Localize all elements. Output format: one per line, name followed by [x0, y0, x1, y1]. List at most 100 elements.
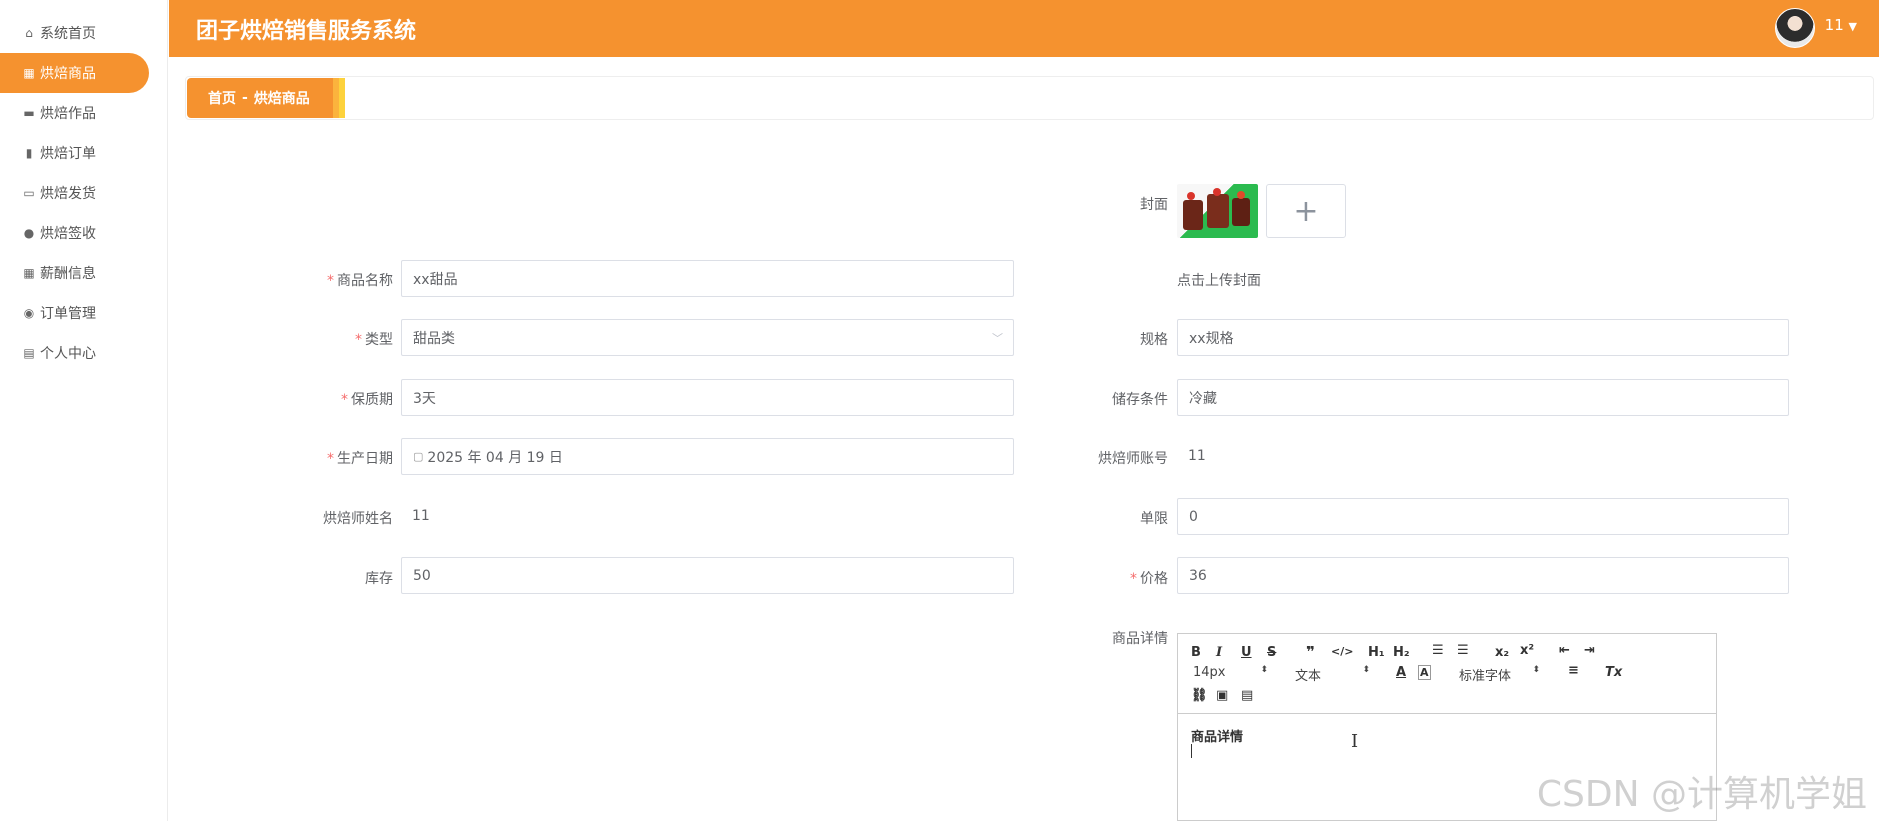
production-date-value: 2025 年 04 月 19 日: [427, 449, 563, 466]
editor-content[interactable]: 商品详情: [1191, 726, 1243, 745]
upload-cover-hint[interactable]: 点击上传封面: [1177, 270, 1261, 290]
top-header: 团子烘焙销售服务系统 11 ▼: [169, 0, 1879, 57]
font-family-value: 标准字体: [1459, 669, 1512, 684]
sidebar-item-home[interactable]: ⌂ 系统首页: [0, 13, 149, 53]
bulb-icon: ◉: [23, 306, 35, 320]
limit-label: 单限: [1140, 511, 1168, 527]
sidebar-item-baking-products[interactable]: ▦ 烘焙商品: [0, 53, 149, 93]
bold-icon[interactable]: B: [1191, 645, 1201, 660]
paragraph-select[interactable]: 文本 ⬍: [1295, 665, 1370, 684]
breadcrumb-current: 烘焙商品: [253, 91, 310, 107]
heading-1-icon[interactable]: H₁: [1368, 645, 1385, 660]
app-title: 团子烘焙销售服务系统: [196, 19, 417, 44]
chevron-updown-icon: ⬍: [1362, 665, 1370, 675]
superscript-icon[interactable]: x²: [1520, 643, 1534, 658]
name-label: * 商品名称: [327, 273, 393, 289]
ordered-list-icon[interactable]: ☰: [1432, 643, 1444, 658]
user-icon: ●: [23, 226, 35, 240]
baker-name-label: 烘焙师姓名: [323, 511, 393, 527]
sidebar-item-label: 烘焙商品: [40, 66, 96, 82]
clear-format-icon[interactable]: Tx: [1605, 665, 1622, 680]
card-icon: ▤: [23, 346, 35, 360]
link-icon[interactable]: ⛓: [1191, 688, 1208, 703]
chevron-updown-icon: ⬍: [1532, 665, 1540, 675]
clipboard-icon: ▮: [25, 146, 33, 160]
breadcrumb-tag: 首页 - 烘焙商品: [187, 78, 333, 118]
sidebar-item-salary[interactable]: ▦ 薪酬信息: [0, 253, 149, 293]
sidebar-item-label: 烘焙订单: [40, 146, 96, 162]
italic-icon[interactable]: I: [1216, 645, 1222, 660]
production-date-label: * 生产日期: [327, 451, 393, 467]
breadcrumb-separator: -: [242, 90, 248, 106]
shelf-life-label: * 保质期: [341, 392, 393, 408]
sidebar-item-label: 薪酬信息: [40, 266, 96, 282]
sidebar-item-personal-center[interactable]: ▤ 个人中心: [0, 333, 149, 373]
chevron-down-icon: ▼: [1848, 20, 1857, 33]
sidebar-item-label: 个人中心: [40, 346, 96, 362]
font-family-select[interactable]: 标准字体 ⬍: [1459, 665, 1540, 684]
strikethrough-icon[interactable]: S: [1267, 645, 1276, 660]
sidebar-item-label: 订单管理: [40, 306, 96, 322]
sidebar-item-label: 系统首页: [40, 26, 96, 42]
stock-input[interactable]: 50: [401, 557, 1014, 594]
blockquote-icon[interactable]: ❞: [1306, 643, 1315, 661]
image-icon[interactable]: ▣: [1216, 688, 1228, 703]
type-select[interactable]: 甜品类 ﹀: [401, 319, 1014, 356]
grid-icon: ▦: [23, 266, 35, 280]
font-color-icon[interactable]: A: [1396, 665, 1406, 680]
sidebar: ⌂ 系统首页 ▦ 烘焙商品 ▬ 烘焙作品 ▮ 烘焙订单 ▭ 烘焙发货 ● 烘焙签…: [0, 0, 168, 821]
spec-input[interactable]: xx规格: [1177, 319, 1789, 356]
code-block-icon[interactable]: </>: [1331, 645, 1353, 658]
sidebar-item-label: 烘焙发货: [40, 186, 96, 202]
avatar[interactable]: [1775, 8, 1815, 48]
type-value: 甜品类: [413, 330, 455, 347]
home-icon: ⌂: [25, 26, 33, 40]
breadcrumb-home[interactable]: 首页: [208, 88, 236, 108]
sidebar-item-label: 烘焙签收: [40, 226, 96, 242]
background-color-icon[interactable]: A: [1418, 665, 1431, 680]
stock-label: 库存: [365, 571, 393, 587]
name-input[interactable]: xx甜品: [401, 260, 1014, 297]
user-name: 11: [1824, 16, 1844, 34]
limit-input[interactable]: 0: [1177, 498, 1789, 535]
sidebar-item-label: 烘焙作品: [40, 106, 96, 122]
chevron-down-icon: ﹀: [992, 331, 1003, 345]
baker-name-value: 11: [412, 508, 430, 524]
baker-account-label: 烘焙师账号: [1098, 451, 1168, 467]
text-cursor-icon: I: [1351, 731, 1359, 752]
indent-icon[interactable]: ⇥: [1584, 643, 1595, 658]
outdent-icon[interactable]: ⇤: [1559, 643, 1570, 658]
sidebar-item-baking-orders[interactable]: ▮ 烘焙订单: [0, 133, 149, 173]
grid-icon: ▦: [23, 66, 35, 80]
underline-icon[interactable]: U: [1241, 645, 1252, 660]
subscript-icon[interactable]: x₂: [1495, 645, 1509, 660]
video-icon[interactable]: ▤: [1241, 688, 1253, 703]
detail-label: 商品详情: [1112, 631, 1168, 647]
storage-input[interactable]: 冷藏: [1177, 379, 1789, 416]
text-caret: [1191, 744, 1192, 758]
chevron-updown-icon: ⬍: [1260, 665, 1268, 675]
type-label: * 类型: [355, 332, 393, 348]
bullet-list-icon[interactable]: ☰: [1457, 643, 1469, 658]
font-size-value: 14px: [1193, 665, 1226, 680]
editor-toolbar: B I U S ❞ </> H₁ H₂ ☰ ☰ x₂ x² ⇤ ⇥ 14px ⬍ …: [1178, 634, 1716, 714]
watermark: CSDN @计算机学姐: [1536, 774, 1867, 815]
baker-account-value: 11: [1188, 448, 1206, 464]
shelf-life-input[interactable]: 3天: [401, 379, 1014, 416]
sidebar-item-baking-receipt[interactable]: ● 烘焙签收: [0, 213, 149, 253]
align-icon[interactable]: ≡: [1568, 663, 1579, 678]
plus-icon: +: [1293, 193, 1319, 229]
font-size-select[interactable]: 14px ⬍: [1193, 665, 1268, 680]
sidebar-item-baking-shipping[interactable]: ▭ 烘焙发货: [0, 173, 149, 213]
production-date-picker[interactable]: ▢ 2025 年 04 月 19 日: [401, 438, 1014, 475]
price-input[interactable]: 36: [1177, 557, 1789, 594]
user-menu[interactable]: 11 ▼: [1825, 16, 1857, 34]
cover-image[interactable]: [1177, 184, 1258, 238]
sidebar-item-order-management[interactable]: ◉ 订单管理: [0, 293, 149, 333]
heading-2-icon[interactable]: H₂: [1393, 645, 1410, 660]
cover-label: 封面: [1140, 197, 1168, 213]
sidebar-item-baking-works[interactable]: ▬ 烘焙作品: [0, 93, 149, 133]
upload-cover-button[interactable]: +: [1266, 184, 1346, 238]
paragraph-value: 文本: [1295, 669, 1322, 684]
spec-label: 规格: [1140, 332, 1168, 348]
